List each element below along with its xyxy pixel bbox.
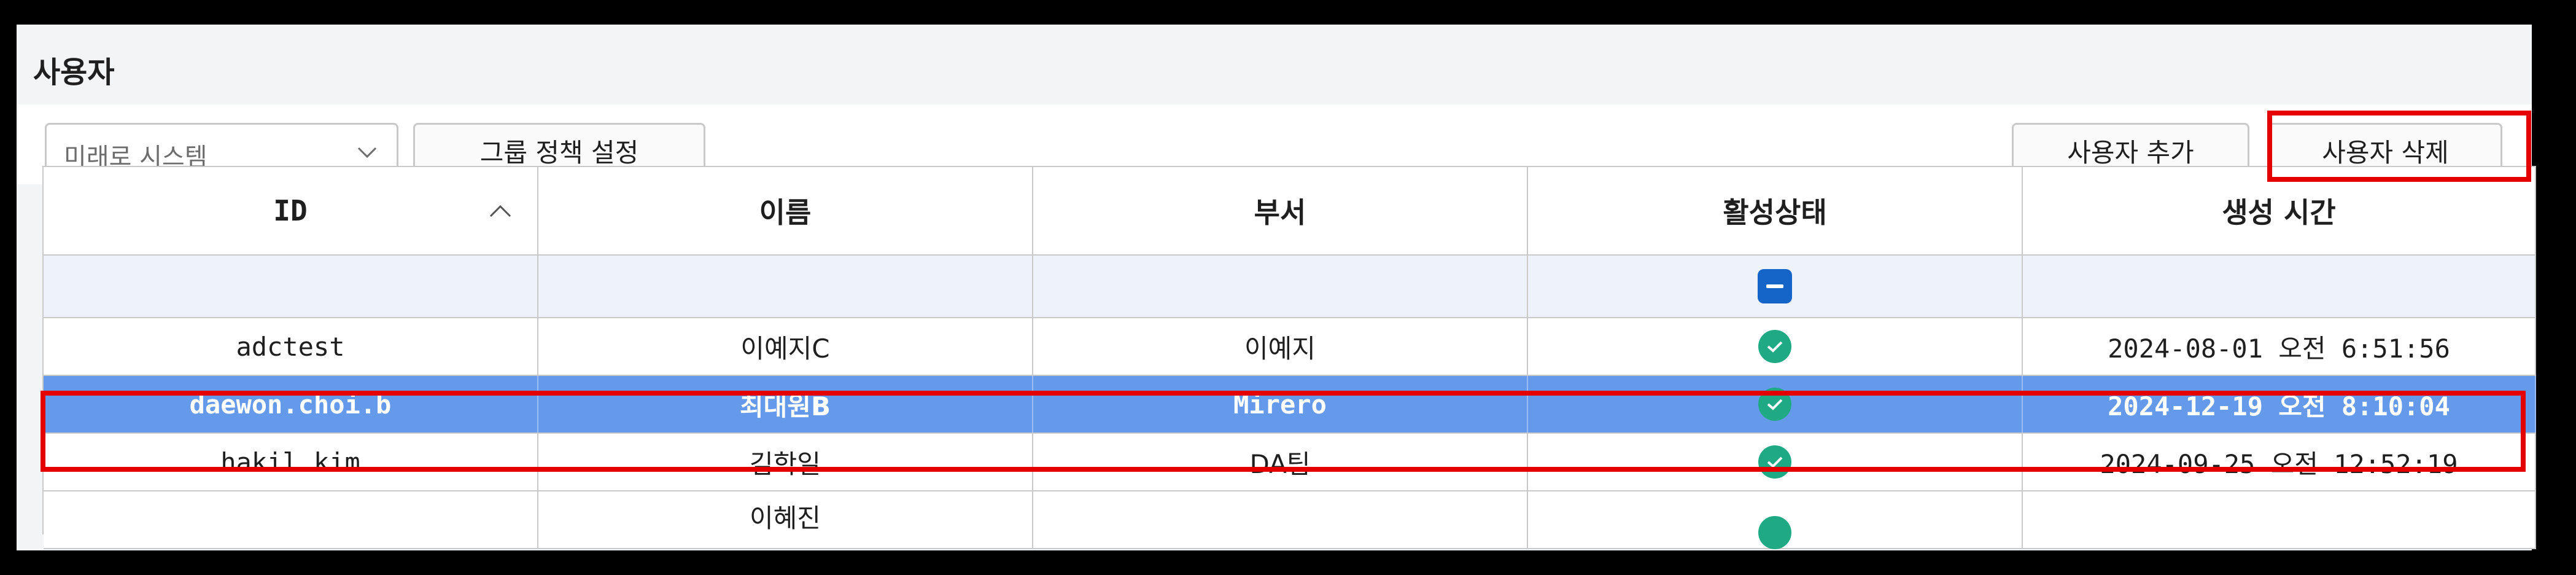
table-header: ID 이름 부서 활성상태 생성 시간 (44, 166, 2536, 256)
filter-row (44, 256, 2536, 318)
cell-created: 2024-08-01 오전 6:51:56 (2023, 318, 2536, 375)
cell-active (1528, 491, 2023, 549)
check-circle-icon (1758, 330, 1791, 363)
column-header-label: ID (273, 194, 308, 227)
cell-name: 이혜진 (538, 491, 1033, 548)
cell-active (1528, 318, 2023, 375)
filter-cell-id[interactable] (44, 256, 538, 317)
cell-name: 이예지C (538, 318, 1033, 375)
column-header-active[interactable]: 활성상태 (1528, 167, 2023, 254)
table-row[interactable]: adctest 이예지C 이예지 2024-08-01 오전 6:51:56 (44, 318, 2536, 376)
filter-cell-created[interactable] (2023, 256, 2536, 317)
cell-id (44, 491, 538, 548)
indeterminate-checkbox-icon[interactable] (1758, 269, 1792, 303)
cell-created (2023, 491, 2536, 548)
filter-cell-dept[interactable] (1033, 256, 1528, 317)
check-circle-icon (1758, 516, 1791, 549)
users-table: ID 이름 부서 활성상태 생성 시간 adctest 이예지C 이예지 202… (42, 166, 2536, 549)
table-row-partial[interactable]: 이혜진 (44, 491, 2536, 549)
column-header-dept[interactable]: 부서 (1033, 167, 1528, 254)
cell-dept (1033, 491, 1528, 548)
cell-dept: 이예지 (1033, 318, 1528, 375)
chevron-down-icon (357, 147, 377, 158)
chevron-up-icon (489, 205, 511, 217)
column-header-id[interactable]: ID (44, 167, 538, 254)
selected-row-highlight (41, 391, 2526, 472)
filter-cell-name[interactable] (538, 256, 1033, 317)
delete-button-highlight (2267, 111, 2531, 182)
cell-id: adctest (44, 318, 538, 375)
column-header-name[interactable]: 이름 (538, 167, 1033, 254)
filter-cell-active (1528, 256, 2023, 317)
